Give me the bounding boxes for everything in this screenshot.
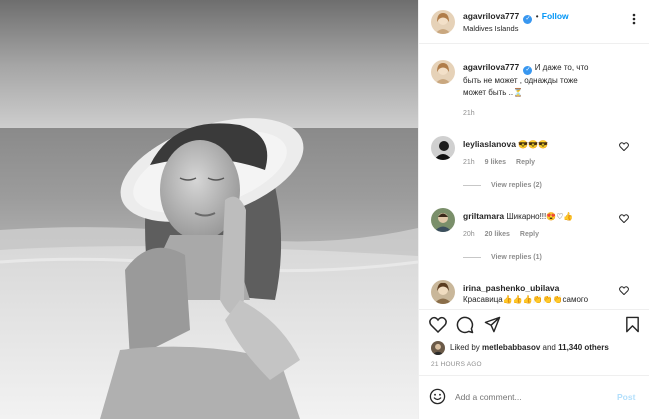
post-comment-button[interactable]: Post	[617, 392, 635, 402]
author-username[interactable]: agavrilova777	[463, 11, 519, 21]
view-replies-button[interactable]: View replies (2)	[463, 182, 542, 189]
more-icon[interactable]	[628, 12, 640, 28]
separator-dot: •	[535, 12, 539, 21]
reply-button[interactable]: Reply	[516, 159, 535, 166]
view-replies-label: View replies (2)	[491, 182, 542, 189]
caption-text-line3: может быть ..⏳	[463, 88, 524, 97]
comment-icon[interactable]	[456, 316, 474, 336]
verified-badge: ✓	[523, 15, 533, 24]
caption-first-line: agavrilova777 ✓ И даже то, что	[463, 61, 643, 75]
follow-button[interactable]: Follow	[542, 11, 569, 21]
author-line: agavrilova777 ✓ • Follow	[463, 11, 569, 24]
comment-text: Шикарно!!!😍♡👍	[506, 212, 574, 221]
location-link[interactable]: Maldives Islands	[463, 24, 518, 33]
caption-avatar[interactable]	[431, 60, 455, 84]
post-actions: Liked by metlebabbasov and 11,340 others…	[419, 310, 649, 420]
view-replies-label: View replies (1)	[491, 254, 542, 261]
emoji-icon[interactable]	[429, 388, 446, 407]
liked-by-prefix: Liked by	[450, 343, 480, 352]
comment-body: irina_pashenko_ubilava Красавица👍👍👍👏👏👏са…	[463, 282, 623, 306]
comment-likes[interactable]: 9 likes	[485, 159, 506, 166]
author-avatar[interactable]	[431, 10, 455, 34]
verified-badge: ✓	[523, 66, 533, 75]
save-icon[interactable]	[625, 316, 640, 335]
comment-username[interactable]: irina_pashenko_ubilava	[463, 282, 623, 294]
comment-avatar[interactable]	[431, 280, 455, 304]
liked-by-user[interactable]: metlebabbasov	[482, 343, 540, 352]
comment-input[interactable]	[455, 390, 615, 404]
post-photo[interactable]	[0, 0, 418, 419]
caption-text-line2: быть не может , однажды тоже	[463, 76, 578, 85]
comment-avatar[interactable]	[431, 136, 455, 160]
post-timestamp[interactable]: 21 HOURS AGO	[431, 361, 482, 368]
caption-time[interactable]: 21h	[463, 110, 475, 117]
comment-text: Красавица👍👍👍👏👏👏самого	[463, 295, 589, 304]
comments-list[interactable]: agavrilova777 ✓ И даже то, что быть не м…	[419, 44, 649, 310]
replies-divider-line	[463, 185, 481, 186]
comment-meta: 21h 9 likes Reply	[463, 159, 535, 166]
post-header: agavrilova777 ✓ • Follow Maldives Island…	[419, 0, 649, 44]
comment-heart-icon[interactable]	[619, 142, 629, 153]
caption-username[interactable]: agavrilova777	[463, 62, 519, 72]
comment-time[interactable]: 21h	[463, 159, 475, 166]
reply-button[interactable]: Reply	[520, 231, 539, 238]
liked-by: Liked by metlebabbasov and 11,340 others	[450, 343, 609, 352]
comment-meta: 20h 20 likes Reply	[463, 231, 539, 238]
replies-divider-line	[463, 257, 481, 258]
comment-likes[interactable]: 20 likes	[485, 231, 510, 238]
comment-time[interactable]: 20h	[463, 231, 475, 238]
comment-username[interactable]: griltamara	[463, 211, 504, 221]
comment-heart-icon[interactable]	[619, 214, 629, 225]
share-icon[interactable]	[484, 316, 501, 335]
heart-icon[interactable]	[429, 316, 447, 335]
comment-body: griltamara Шикарно!!!😍♡👍	[463, 211, 573, 221]
caption-text-line1: И даже то, что	[534, 63, 589, 72]
view-replies-button[interactable]: View replies (1)	[463, 254, 542, 261]
post-side-panel: agavrilova777 ✓ • Follow Maldives Island…	[418, 0, 649, 419]
likes-count[interactable]: 11,340 others	[558, 343, 609, 352]
liked-by-middle: and	[542, 343, 556, 352]
instagram-post: agavrilova777 ✓ • Follow Maldives Island…	[0, 0, 649, 419]
liked-by-avatar[interactable]	[431, 341, 445, 355]
beach-portrait-image	[0, 0, 418, 419]
comment-avatar[interactable]	[431, 208, 455, 232]
comment-text: 😎😎😎	[518, 140, 549, 149]
comment-body: leyliaslanova 😎😎😎	[463, 139, 548, 149]
comment-heart-icon[interactable]	[619, 286, 629, 297]
caption: agavrilova777 ✓ И даже то, что быть не м…	[463, 61, 643, 99]
divider	[419, 375, 649, 376]
comment-username[interactable]: leyliaslanova	[463, 139, 516, 149]
